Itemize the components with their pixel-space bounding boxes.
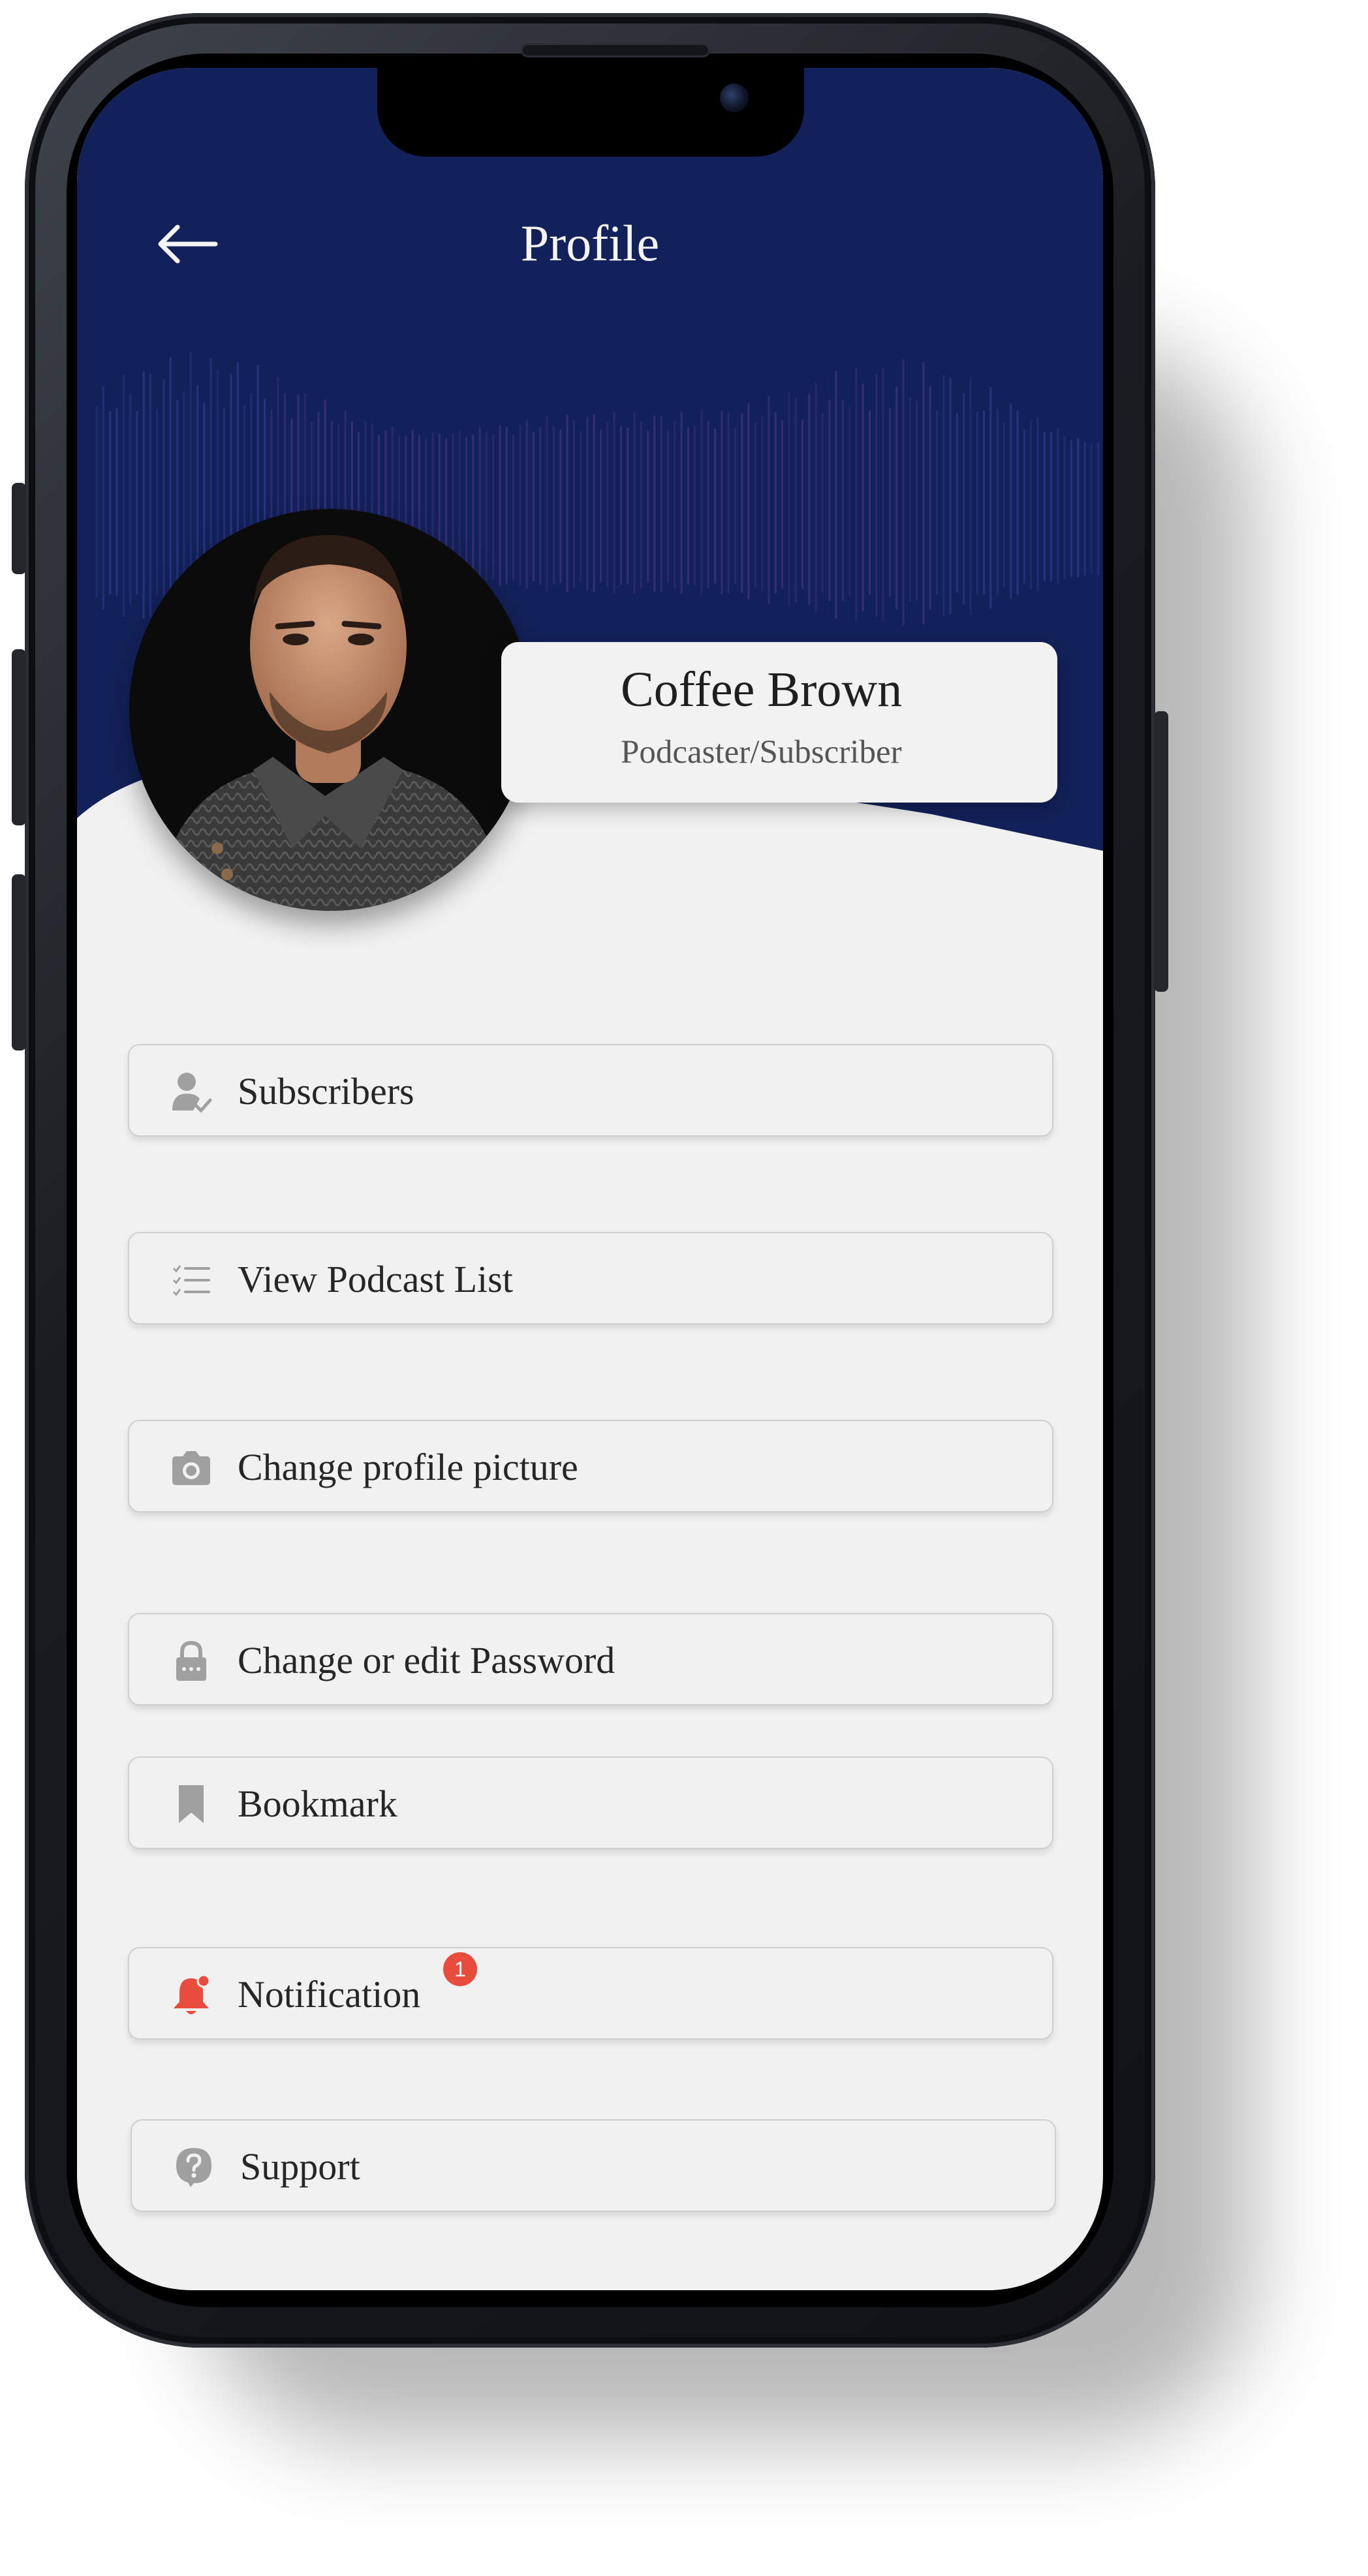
menu-item-subscribers[interactable]: Subscribers bbox=[128, 1044, 1053, 1137]
profile-card: Coffee Brown Podcaster/Subscriber bbox=[501, 642, 1057, 803]
menu-label-support: Support bbox=[240, 2145, 360, 2188]
menu-item-notification[interactable]: Notification 1 bbox=[128, 1947, 1053, 2040]
front-camera bbox=[720, 84, 749, 112]
app-screen: Profile Coffee Brown Podcaster/Subscribe… bbox=[77, 68, 1103, 2290]
menu-item-change-password[interactable]: Change or edit Password bbox=[128, 1613, 1053, 1706]
menu-item-change-profile-picture[interactable]: Change profile picture bbox=[128, 1420, 1053, 1512]
question-icon bbox=[172, 2145, 215, 2188]
menu-item-support[interactable]: Support bbox=[131, 2119, 1056, 2212]
power-button bbox=[1154, 711, 1168, 992]
notch bbox=[377, 68, 804, 157]
list-icon bbox=[170, 1258, 213, 1301]
volume-up-button bbox=[12, 649, 26, 825]
bell-icon bbox=[170, 1973, 213, 2016]
menu-label-change-profile-picture: Change profile picture bbox=[238, 1446, 578, 1488]
profile-name: Coffee Brown bbox=[621, 662, 903, 717]
mute-switch bbox=[12, 483, 26, 574]
profile-role: Podcaster/Subscriber bbox=[621, 734, 902, 771]
lock-icon bbox=[170, 1639, 213, 1682]
menu-item-view-podcast-list[interactable]: View Podcast List bbox=[128, 1232, 1053, 1325]
menu-label-notification: Notification bbox=[238, 1973, 421, 2016]
menu-item-bookmark[interactable]: Bookmark bbox=[128, 1756, 1053, 1849]
notification-badge: 1 bbox=[443, 1952, 477, 1986]
volume-down-button bbox=[12, 874, 26, 1050]
camera-icon bbox=[170, 1446, 213, 1489]
user-check-icon bbox=[170, 1070, 213, 1113]
bookmark-icon bbox=[170, 1783, 213, 1826]
menu-label-change-password: Change or edit Password bbox=[238, 1639, 615, 1681]
menu-label-subscribers: Subscribers bbox=[238, 1070, 414, 1112]
speaker-grille bbox=[521, 43, 710, 57]
profile-photo bbox=[129, 509, 531, 911]
page-title: Profile bbox=[520, 215, 660, 271]
avatar[interactable] bbox=[129, 509, 531, 911]
menu-label-view-podcast-list: View Podcast List bbox=[238, 1258, 513, 1300]
menu-label-bookmark: Bookmark bbox=[238, 1783, 397, 1825]
